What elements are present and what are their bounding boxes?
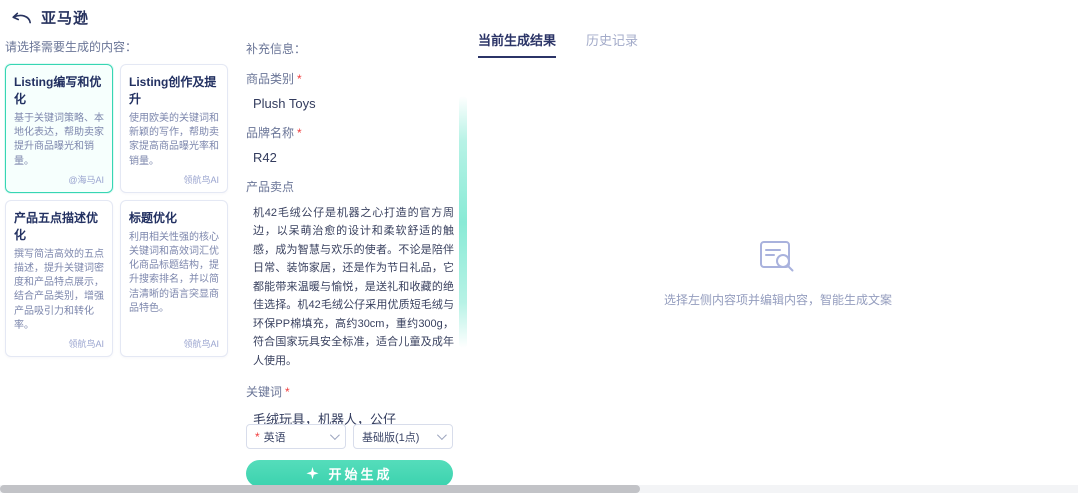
card-ai-tag: 领航鸟AI (129, 337, 219, 350)
back-arrow-icon[interactable] (10, 11, 32, 25)
empty-state: 选择左侧内容项并编辑内容，智能生成文案 (478, 240, 1078, 308)
chevron-down-icon (330, 430, 340, 440)
empty-state-text: 选择左侧内容项并编辑内容，智能生成文案 (478, 291, 1078, 308)
page-title: 亚马逊 (41, 7, 89, 28)
result-tabs: 当前生成结果 历史记录 (478, 30, 1078, 58)
card-title-optimize[interactable]: 标题优化 利用相关性强的核心关键词和高效词汇优化商品标题结构，提升搜索排名，并以… (120, 200, 228, 357)
document-search-icon (759, 240, 797, 274)
form-bottom-controls: * 英语 基础版(1点) 开始生成 (246, 424, 453, 487)
result-panel: 当前生成结果 历史记录 选择左侧内容项并编辑内容，智能生成文案 (478, 30, 1078, 475)
sparkle-wand-icon (306, 467, 319, 480)
card-ai-tag: 领航鸟AI (129, 173, 219, 186)
card-description: 使用欧美的关键词和新颖的写作，帮助卖家提高商品曝光率和销量。 (129, 112, 219, 169)
horizontal-scrollbar-track (0, 485, 1078, 493)
field-label: 产品卖点 (246, 178, 454, 195)
form-scrollbar[interactable] (459, 96, 467, 348)
selling-points-textarea[interactable]: 机42毛绒公仔是机器之心打造的官方周边，以呆萌治愈的设计和柔软舒适的触感，成为智… (246, 204, 454, 370)
chevron-down-icon (437, 430, 447, 440)
field-brand-name: 品牌名称* R42 (246, 124, 454, 165)
select-row: * 英语 基础版(1点) (246, 424, 453, 449)
field-label: 关键词* (246, 383, 454, 400)
required-asterisk: * (255, 430, 260, 444)
required-asterisk: * (297, 126, 302, 140)
card-ai-tag: 领航鸟AI (14, 337, 104, 350)
brand-name-input[interactable]: R42 (246, 150, 454, 165)
card-description: 基于关键词策略、本地化表达，帮助卖家提升商品曝光和销量。 (14, 112, 104, 169)
tab-current-result[interactable]: 当前生成结果 (478, 30, 556, 58)
header: 亚马逊 (10, 7, 89, 28)
start-generate-button[interactable]: 开始生成 (246, 460, 453, 487)
card-five-point-description[interactable]: 产品五点描述优化 撰写简洁高效的五点描述，提升关键词密度和产品特点展示，结合产品… (5, 200, 113, 357)
start-generate-label: 开始生成 (328, 464, 392, 483)
field-keywords: 关键词* 毛绒玩具，机器人，公仔 (246, 383, 454, 428)
field-product-category: 商品类别* Plush Toys (246, 70, 454, 111)
amazon-listing-tool-page: 亚马逊 请选择需要生成的内容： Listing编写和优化 基于关键词策略、本地化… (0, 0, 1078, 493)
card-description: 利用相关性强的核心关键词和高效词汇优化商品标题结构，提升搜索排名，并以简洁清晰的… (129, 231, 219, 333)
language-select[interactable]: * 英语 (246, 424, 346, 449)
version-select[interactable]: 基础版(1点) (353, 424, 453, 449)
card-listing-create-improve[interactable]: Listing创作及提升 使用欧美的关键词和新颖的写作，帮助卖家提高商品曝光率和… (120, 64, 228, 193)
content-type-heading: 请选择需要生成的内容： (5, 38, 229, 55)
card-description: 撰写简洁高效的五点描述，提升关键词密度和产品特点展示，结合产品类别，增强产品吸引… (14, 248, 104, 333)
form-heading: 补充信息： (246, 40, 454, 57)
content-type-card-grid: Listing编写和优化 基于关键词策略、本地化表达，帮助卖家提升商品曝光和销量… (5, 64, 229, 357)
card-ai-tag: @海马AI (14, 173, 104, 186)
field-label: 商品类别* (246, 70, 454, 87)
card-title: Listing编写和优化 (14, 73, 104, 107)
content-type-panel: 请选择需要生成的内容： Listing编写和优化 基于关键词策略、本地化表达，帮… (5, 38, 229, 357)
tab-history[interactable]: 历史记录 (586, 30, 638, 58)
supplementary-info-form: 补充信息： 商品类别* Plush Toys 品牌名称* R42 产品卖点 机4… (246, 40, 454, 428)
card-title: 产品五点描述优化 (14, 209, 104, 243)
field-label: 品牌名称* (246, 124, 454, 141)
card-title: 标题优化 (129, 209, 219, 226)
card-listing-write-optimize[interactable]: Listing编写和优化 基于关键词策略、本地化表达，帮助卖家提升商品曝光和销量… (5, 64, 113, 193)
language-select-value: 英语 (264, 429, 330, 445)
required-asterisk: * (285, 385, 290, 399)
horizontal-scrollbar-thumb[interactable] (0, 485, 640, 493)
product-category-input[interactable]: Plush Toys (246, 96, 454, 111)
required-asterisk: * (297, 72, 302, 86)
version-select-value: 基础版(1点) (362, 429, 437, 445)
card-title: Listing创作及提升 (129, 73, 219, 107)
field-selling-points: 产品卖点 机42毛绒公仔是机器之心打造的官方周边，以呆萌治愈的设计和柔软舒适的触… (246, 178, 454, 370)
